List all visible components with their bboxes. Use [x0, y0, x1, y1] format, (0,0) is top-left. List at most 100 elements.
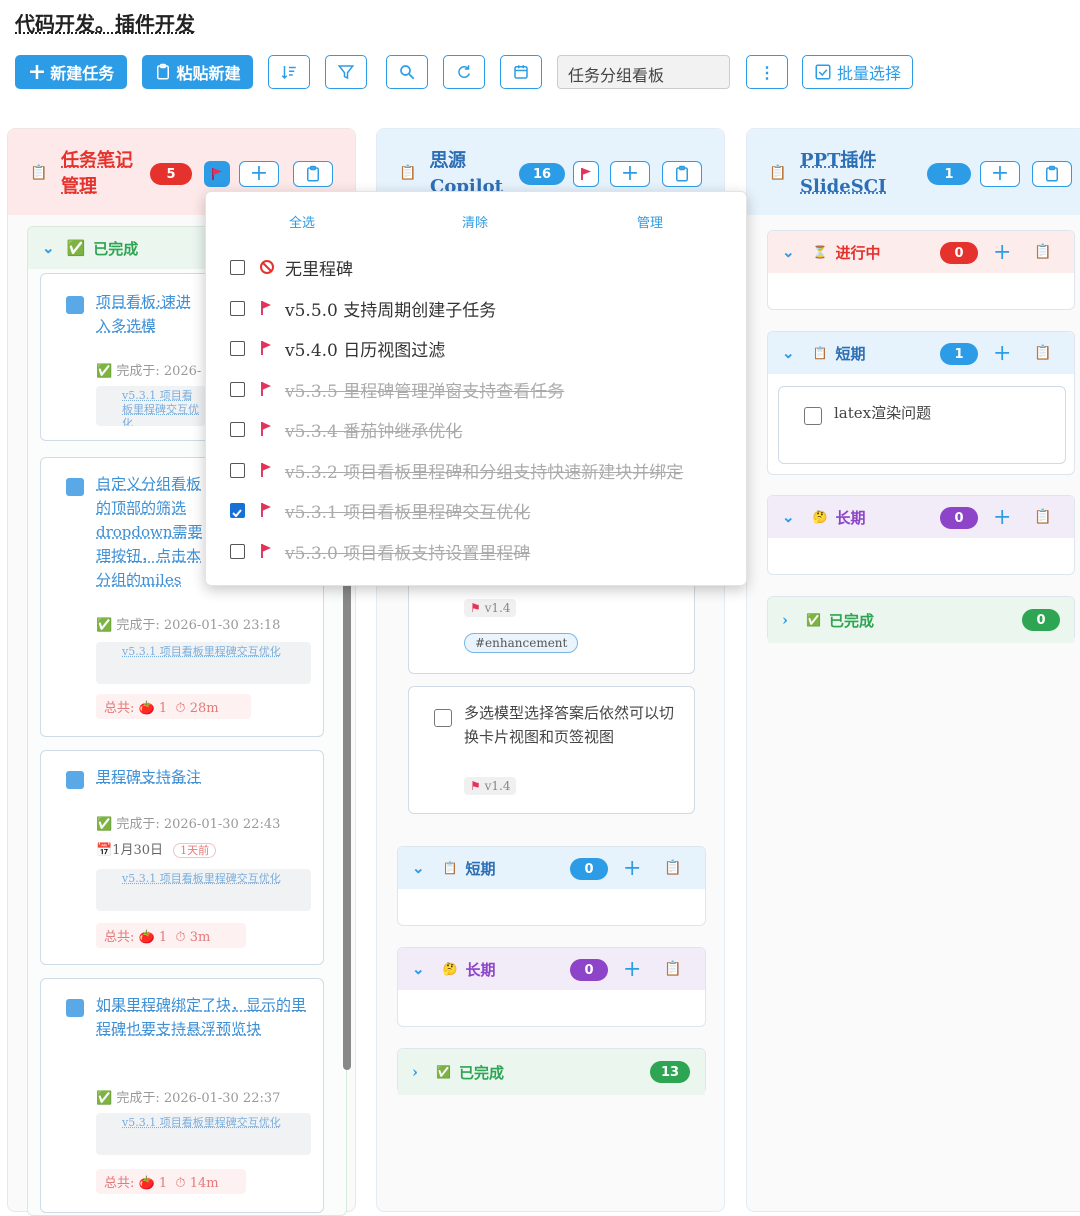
clipboard-icon: 📋 [399, 165, 416, 181]
plus-icon[interactable]: + [623, 957, 641, 982]
milestone-filter-button[interactable] [204, 161, 230, 187]
add-task-button[interactable]: + [610, 161, 650, 187]
new-task-button[interactable]: +新建任务 [15, 55, 127, 89]
task-checkbox[interactable] [66, 999, 84, 1017]
paste-button[interactable] [293, 161, 333, 187]
completed-time: ✅ 完成于: 2026-01-30 22:37 [96, 1087, 280, 1106]
task-checkbox[interactable] [434, 709, 452, 727]
hashtag-badge[interactable]: #enhancement [464, 633, 578, 653]
group-header[interactable]: ⌄📋短期 1 + 📋 [768, 332, 1074, 374]
option-checkbox[interactable] [230, 463, 245, 478]
task-title[interactable]: 自定义分组看板的顶部的筛选dropdown需要理按钮，点击本分组的miles [96, 472, 206, 592]
manage-button[interactable]: 管理 [637, 212, 663, 231]
filter-icon [337, 63, 355, 81]
clipboard-icon[interactable]: 📋 [1034, 244, 1051, 260]
milestone-option[interactable]: 无里程碑 [230, 254, 353, 280]
flag-icon [259, 502, 277, 518]
task-title[interactable]: latex渲染问题 [834, 401, 931, 425]
option-checkbox[interactable] [230, 341, 245, 356]
milestone-option[interactable]: v5.3.1 项目看板里程碑交互优化 [230, 497, 530, 523]
task-card[interactable]: 多选模型选择答案后依然可以切换卡片视图和页签视图 ⚑ v1.4 [408, 686, 695, 814]
option-checkbox[interactable] [230, 301, 245, 316]
group-header[interactable]: ⌄ ✅ 已完成 [28, 227, 208, 269]
milestone-option[interactable]: v5.3.5 里程碑管理弹窗支持查看任务 [230, 376, 564, 402]
task-checkbox[interactable] [804, 407, 822, 425]
ago-badge: 1天前 [173, 843, 216, 858]
flag-icon [259, 462, 277, 478]
flag-icon [210, 167, 224, 181]
more-vertical-icon: ⋮ [759, 63, 775, 82]
clipboard-icon[interactable]: 📋 [1034, 509, 1051, 525]
milestone-tag[interactable]: ⚑ v1.4 [464, 777, 516, 795]
group-short-term: ⌄📋短期 0 + 📋 [397, 846, 706, 926]
task-card[interactable]: 里程碑支持备注 ✅ 完成于: 2026-01-30 22:43 📅1月30日 1… [40, 750, 324, 965]
paste-new-button[interactable]: 粘贴新建 [142, 55, 253, 89]
plus-icon[interactable]: + [993, 240, 1011, 265]
task-checkbox[interactable] [66, 478, 84, 496]
paste-button[interactable] [662, 161, 702, 187]
milestone-filter-button[interactable] [573, 161, 599, 187]
group-header[interactable]: ›✅已完成 0 [768, 597, 1074, 643]
calendar-button[interactable] [500, 55, 542, 89]
milestone-box[interactable]: v5.3.1 项目看板里程碑交互优化 [96, 642, 311, 684]
plus-icon: + [621, 163, 639, 185]
group-long-term: ⌄🤔长期 0 + 📋 [767, 495, 1075, 575]
count-badge: 5 [150, 163, 192, 185]
select-all-button[interactable]: 全选 [289, 212, 315, 231]
clipboard-icon[interactable]: 📋 [664, 860, 681, 876]
milestone-option[interactable]: v5.3.0 项目看板支持设置里程碑 [230, 538, 530, 564]
refresh-icon [455, 63, 473, 81]
task-title[interactable]: 多选模型选择答案后依然可以切换卡片视图和页签视图 [464, 701, 679, 749]
group-header[interactable]: ⌄📋短期 0 + 📋 [398, 847, 705, 889]
task-title[interactable]: 项目看板:速进入多选模 [96, 290, 206, 338]
clipboard-icon[interactable]: 📋 [1034, 345, 1051, 361]
count-badge: 16 [519, 163, 565, 185]
task-card[interactable]: 如果里程碑绑定了块，显示的里程碑也要支持悬浮预览块 ✅ 完成于: 2026-01… [40, 978, 324, 1213]
milestone-option[interactable]: v5.5.0 支持周期创建子任务 [230, 295, 496, 321]
check-icon: ✅ [96, 364, 116, 379]
more-button[interactable]: ⋮ [746, 55, 788, 89]
milestone-option[interactable]: v5.3.2 项目看板里程碑和分组支持快速新建块并绑定 [230, 457, 683, 483]
count-badge: 0 [570, 858, 608, 880]
group-header[interactable]: ⌄🤔长期 0 + 📋 [768, 496, 1074, 538]
view-select[interactable]: 任务分组看板 [557, 55, 730, 89]
group-header[interactable]: ›✅已完成 13 [398, 1049, 705, 1095]
task-checkbox[interactable] [66, 771, 84, 789]
sort-button[interactable] [268, 55, 310, 89]
column-ppt-plugin: 📋 PPT插件SlideSCI 1 + ⌄⏳进行中 0 + 📋 ⌄📋短期 1 +… [746, 128, 1080, 1212]
milestone-box[interactable]: v5.3.1 项目看板里程碑交互优化 [96, 1113, 311, 1155]
paste-button[interactable] [1032, 161, 1072, 187]
plus-icon[interactable]: + [993, 341, 1011, 366]
group-header[interactable]: ⌄⏳进行中 0 + 📋 [768, 231, 1074, 273]
task-title[interactable]: 里程碑支持备注 [96, 765, 201, 789]
group-header[interactable]: ⌄🤔长期 0 + 📋 [398, 948, 705, 990]
task-card[interactable]: latex渲染问题 [778, 386, 1066, 464]
milestone-box[interactable]: v5.3.1 项目看板里程碑交互优化 [96, 386, 206, 426]
add-task-button[interactable]: + [980, 161, 1020, 187]
option-checkbox[interactable] [230, 544, 245, 559]
add-task-button[interactable]: + [239, 161, 279, 187]
milestone-box[interactable]: v5.3.1 项目看板里程碑交互优化 [96, 869, 311, 911]
clear-button[interactable]: 清除 [462, 212, 488, 231]
completed-time: ✅ 完成于: 2026- [96, 360, 201, 379]
refresh-button[interactable] [443, 55, 485, 89]
task-checkbox[interactable] [66, 296, 84, 314]
milestone-option[interactable]: v5.4.0 日历视图过滤 [230, 335, 445, 361]
option-checkbox[interactable] [230, 422, 245, 437]
option-checkbox-checked[interactable] [230, 503, 245, 518]
option-checkbox[interactable] [230, 382, 245, 397]
scrollbar[interactable] [343, 580, 351, 1070]
milestone-option[interactable]: v5.3.4 番茄钟继承优化 [230, 416, 462, 442]
plus-icon[interactable]: + [993, 505, 1011, 530]
task-title[interactable]: 如果里程碑绑定了块，显示的里程碑也要支持悬浮预览块 [96, 993, 306, 1041]
thinking-face-icon: 🤔 [813, 510, 828, 524]
clipboard-icon[interactable]: 📋 [664, 961, 681, 977]
milestone-tag[interactable]: ⚑ v1.4 [464, 599, 516, 617]
option-checkbox[interactable] [230, 260, 245, 275]
group-in-progress: ⌄⏳进行中 0 + 📋 [767, 230, 1075, 310]
batch-select-button[interactable]: 批量选择 [802, 55, 913, 89]
plus-icon[interactable]: + [623, 856, 641, 881]
filter-button[interactable] [325, 55, 367, 89]
search-button[interactable] [386, 55, 428, 89]
group-short-term: ⌄📋短期 1 + 📋 latex渲染问题 [767, 331, 1075, 475]
